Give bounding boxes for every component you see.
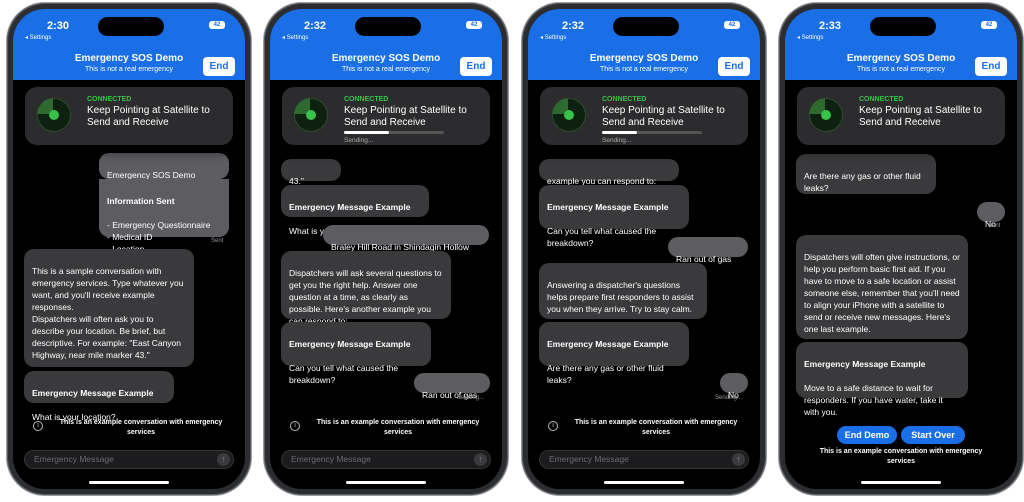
phone-2: 2:32 ◂ Settings 42 Emergency SOS Demo Th… — [264, 3, 508, 495]
screen: 2:30 ◂ Settings 42 Emergency SOS Demo Th… — [13, 9, 245, 489]
message-heading: Emergency Message Example — [289, 339, 411, 349]
incoming-message: Answering a dispatcher's questions helps… — [539, 263, 707, 319]
emergency-message-input[interactable]: Emergency Message ↑ — [24, 450, 234, 469]
message-status: Sent — [988, 223, 1001, 229]
message-status: Sent — [211, 238, 224, 244]
sending-label: Sending... — [344, 137, 374, 144]
incoming-message: example you can respond to: — [539, 159, 679, 186]
outgoing-message: Ran out of gas — [414, 373, 490, 400]
incoming-message: Emergency Message Example Can you tell w… — [539, 185, 689, 248]
example-notice: This is an example conversation with eme… — [59, 419, 223, 436]
info-icon[interactable]: i — [548, 421, 558, 431]
message-heading: Emergency Message Example — [547, 202, 669, 212]
outgoing-message: No — [720, 373, 748, 400]
send-progress-bar — [602, 131, 702, 134]
chat-area: Are there any gas or other fluid leaks? … — [785, 9, 1017, 489]
info-icon[interactable]: i — [290, 421, 300, 431]
incoming-message: 43." — [281, 159, 341, 186]
outgoing-message: Information Sent - Emergency Questionnai… — [99, 179, 229, 254]
message-status: Sending... — [457, 395, 485, 401]
connection-status: CONNECTED — [859, 96, 904, 103]
example-notice: This is an example conversation with eme… — [316, 419, 480, 436]
send-progress-bar — [344, 131, 444, 134]
incoming-message: This is a sample conversation with emerg… — [24, 249, 194, 367]
message-heading: Information Sent — [107, 196, 175, 206]
satellite-radar-icon — [809, 98, 843, 132]
send-arrow-icon[interactable]: ↑ — [217, 453, 230, 466]
satellite-status-banner: CONNECTED Keep Pointing at Satellite to … — [797, 87, 1005, 145]
chat-area: example you can respond to: Emergency Me… — [528, 9, 760, 489]
send-arrow-icon[interactable]: ↑ — [732, 453, 745, 466]
banner-message: Keep Pointing at Satellite to Send and R… — [859, 105, 982, 128]
send-arrow-icon[interactable]: ↑ — [474, 453, 487, 466]
chat-area: Emergency SOS Demo - Lost or Trapped Inf… — [13, 9, 245, 489]
home-indicator — [89, 481, 169, 484]
connection-status: CONNECTED — [344, 96, 389, 103]
message-heading: Emergency Message Example — [547, 339, 669, 349]
satellite-status-banner: CONNECTED Keep Pointing at Satellite to … — [540, 87, 748, 145]
message-heading: Emergency Message Example — [32, 388, 154, 398]
connection-status: CONNECTED — [87, 96, 132, 103]
home-indicator — [604, 481, 684, 484]
incoming-message: Dispatchers will ask several questions t… — [281, 251, 451, 326]
phone-4: 2:33 ◂ Settings 42 Emergency SOS Demo Th… — [779, 3, 1023, 495]
info-icon[interactable]: i — [33, 421, 43, 431]
incoming-message: Are there any gas or other fluid leaks? — [796, 154, 936, 194]
start-over-button[interactable]: Start Over — [901, 426, 965, 444]
incoming-message: Emergency Message Example What is your l… — [281, 185, 429, 236]
satellite-radar-icon — [552, 98, 586, 132]
satellite-radar-icon — [294, 98, 328, 132]
sending-label: Sending... — [602, 137, 632, 144]
outgoing-message: Ran out of gas — [668, 237, 748, 264]
incoming-message: Emergency Message Example Are there any … — [539, 322, 689, 385]
connection-status: CONNECTED — [602, 96, 647, 103]
incoming-message: Dispatchers will often give instructions… — [796, 235, 968, 339]
home-indicator — [861, 481, 941, 484]
satellite-status-banner: CONNECTED Keep Pointing at Satellite to … — [282, 87, 490, 145]
screen: 2:32 ◂ Settings 42 Emergency SOS Demo Th… — [528, 9, 760, 489]
incoming-message: Emergency Message Example Move to a safe… — [796, 342, 968, 417]
screen: 2:32 ◂ Settings 42 Emergency SOS Demo Th… — [270, 9, 502, 489]
banner-message: Keep Pointing at Satellite to Send and R… — [87, 105, 210, 128]
banner-message: Keep Pointing at Satellite to Send and R… — [344, 105, 467, 128]
incoming-message: Emergency Message Example Can you tell w… — [281, 322, 431, 385]
end-demo-button[interactable]: End Demo — [837, 426, 897, 444]
home-indicator — [346, 481, 426, 484]
satellite-status-banner: CONNECTED Keep Pointing at Satellite to … — [25, 87, 233, 145]
screen: 2:33 ◂ Settings 42 Emergency SOS Demo Th… — [785, 9, 1017, 489]
message-status: Sending... — [715, 395, 743, 401]
phone-1: 2:30 ◂ Settings 42 Emergency SOS Demo Th… — [7, 3, 251, 495]
satellite-radar-icon — [37, 98, 71, 132]
example-notice: This is an example conversation with eme… — [819, 448, 983, 465]
outgoing-message: Braley Hill Road in Shindagin Hollow — [323, 225, 489, 252]
chat-area: 43." Emergency Message Example What is y… — [270, 9, 502, 489]
emergency-message-input[interactable]: Emergency Message ↑ — [281, 450, 491, 469]
outgoing-message: No — [977, 202, 1005, 229]
message-heading: Emergency Message Example — [804, 359, 926, 369]
example-notice: This is an example conversation with eme… — [574, 419, 738, 436]
banner-message: Keep Pointing at Satellite to Send and R… — [602, 105, 725, 128]
outgoing-message: Emergency SOS Demo - Lost or Trapped — [99, 153, 229, 192]
phone-3: 2:32 ◂ Settings 42 Emergency SOS Demo Th… — [522, 3, 766, 495]
incoming-message: Emergency Message Example What is your l… — [24, 371, 174, 422]
emergency-message-input[interactable]: Emergency Message ↑ — [539, 450, 749, 469]
message-heading: Emergency Message Example — [289, 202, 411, 212]
